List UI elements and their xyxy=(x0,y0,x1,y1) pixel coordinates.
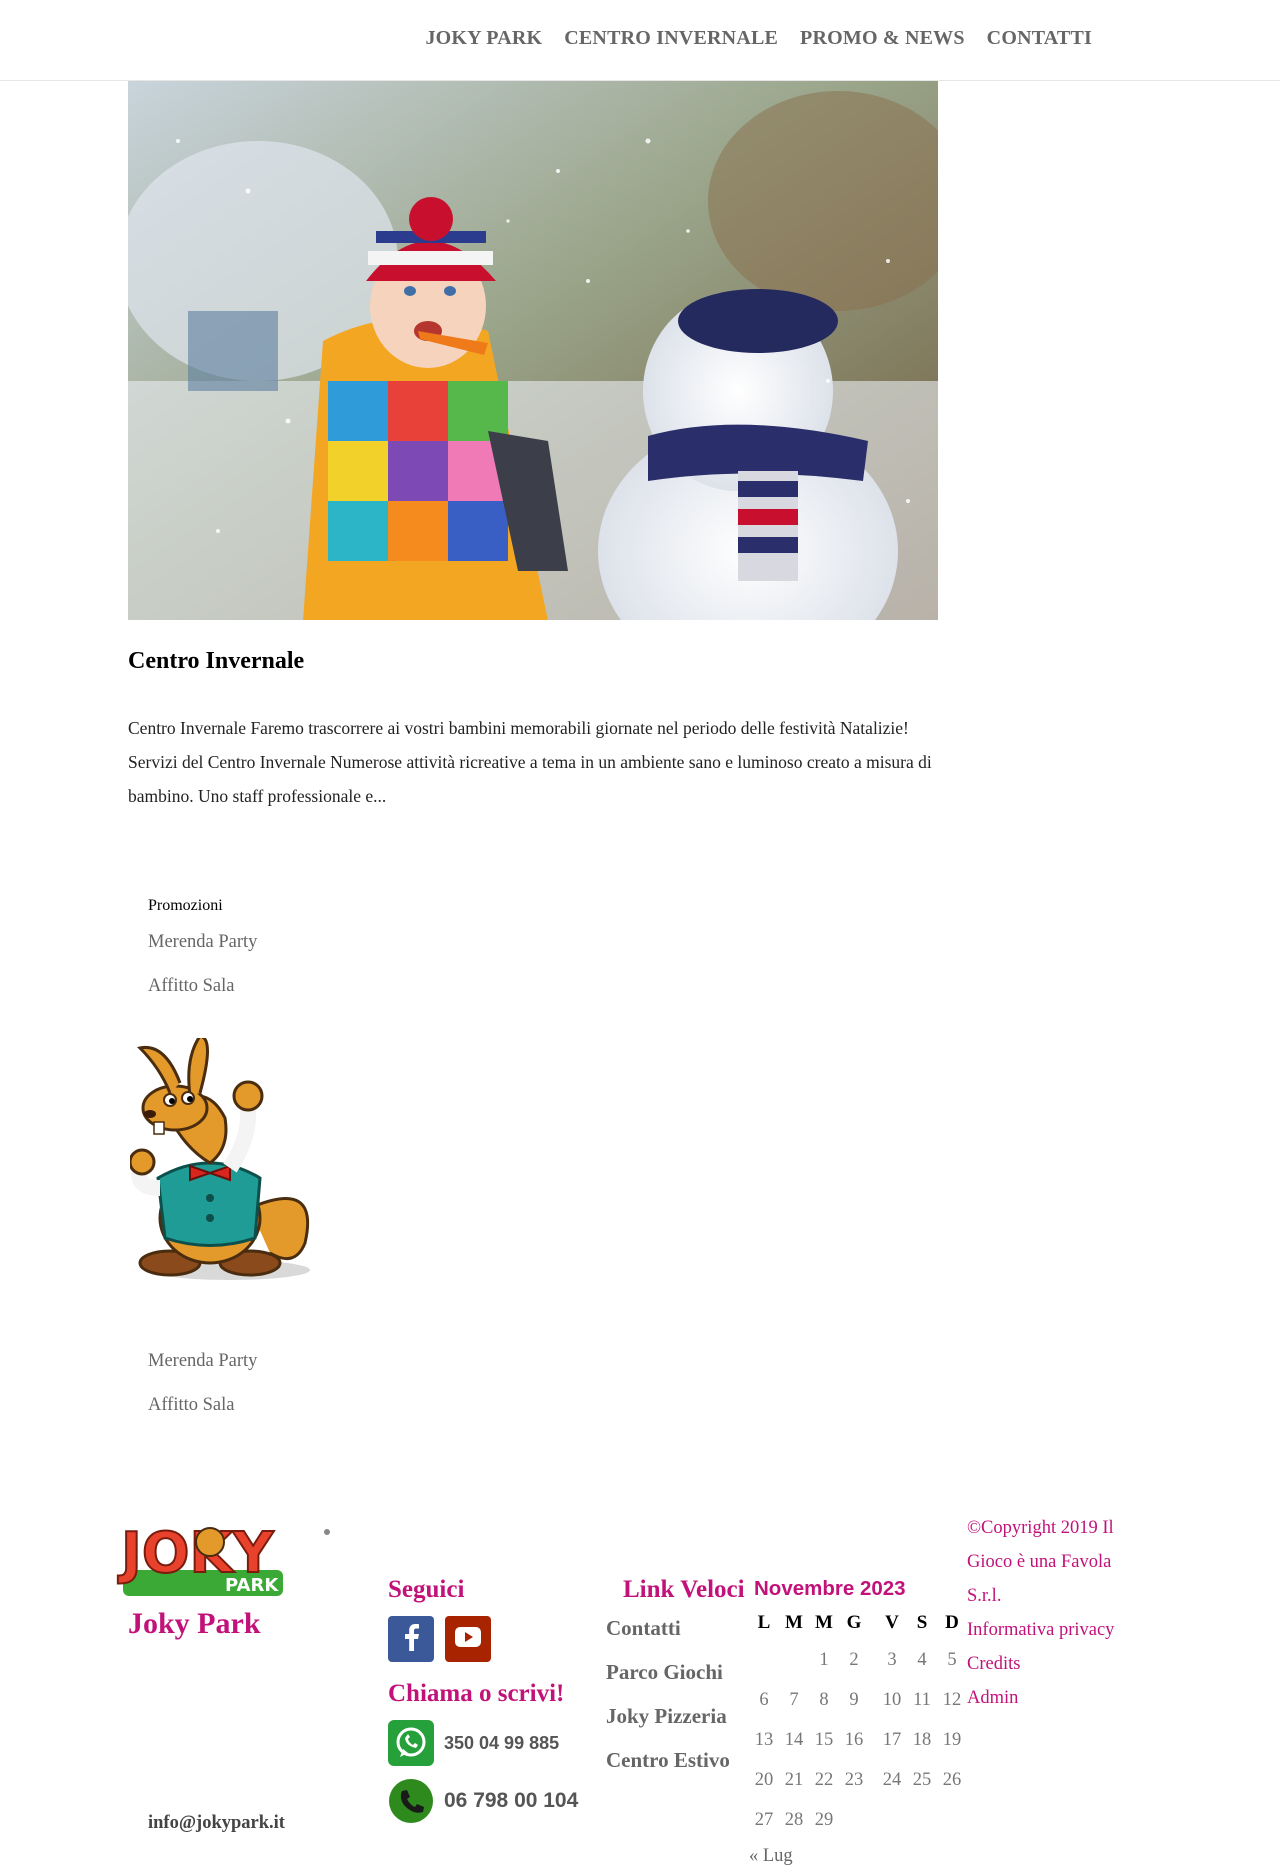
promotions-heading: Promozioni xyxy=(148,897,223,914)
phone-number: 06 798 00 104 xyxy=(444,1789,579,1812)
weekday-header: M xyxy=(815,1612,833,1633)
promo-link-affitto-sala[interactable]: Affitto Sala xyxy=(148,976,235,997)
calendar-day xyxy=(907,1800,937,1840)
calendar-day: 11 xyxy=(913,1689,931,1710)
post-title[interactable]: Centro Invernale xyxy=(128,648,304,675)
calendar-day: 26 xyxy=(942,1769,962,1790)
calendar-day: 9 xyxy=(849,1689,859,1710)
weekday-header: L xyxy=(757,1612,771,1633)
calendar-day: 29 xyxy=(814,1809,834,1830)
calendar-gap xyxy=(869,1640,877,1680)
calendar-day xyxy=(749,1640,779,1680)
facebook-icon xyxy=(401,1623,421,1656)
calendar-day: 6 xyxy=(759,1689,769,1710)
joky-park-logo[interactable]: PARK JOKY xyxy=(115,1512,335,1602)
post-excerpt: Centro Invernale Faremo trascorrere ai v… xyxy=(128,718,932,806)
calendar-week-row: 27 28 29 xyxy=(749,1800,967,1840)
calendar-gap xyxy=(869,1800,877,1840)
facebook-button[interactable] xyxy=(388,1616,434,1662)
calendar-day: 22 xyxy=(814,1769,834,1790)
promo-link-affitto-sala-bottom[interactable]: Affitto Sala xyxy=(148,1395,235,1416)
calendar-day: 23 xyxy=(844,1769,864,1790)
calendar-table: L M M G V S D 1 2 3 4 5 6 7 8 9 10 11 12… xyxy=(749,1606,967,1840)
calendar-day: 24 xyxy=(882,1769,902,1790)
calendar-day: 15 xyxy=(814,1729,834,1750)
whatsapp-number: 350 04 99 885 xyxy=(444,1732,560,1753)
quick-link-centro-estivo[interactable]: Centro Estivo xyxy=(606,1748,730,1773)
post-featured-image[interactable] xyxy=(128,81,938,620)
whatsapp-contact[interactable]: 350 04 99 885 xyxy=(388,1720,559,1766)
weekday-header: G xyxy=(846,1612,862,1633)
calendar-day xyxy=(937,1800,967,1840)
calendar-day: 2 xyxy=(849,1649,859,1670)
calendar-day: 18 xyxy=(912,1729,932,1750)
nav-promo-news[interactable]: PROMO & NEWS xyxy=(800,27,965,50)
calendar-gap xyxy=(869,1720,877,1760)
calendar-day: 3 xyxy=(887,1649,897,1670)
footer-brand-name: Joky Park xyxy=(128,1607,261,1640)
copyright-text: ©Copyright 2019 Il Gioco è una Favola S.… xyxy=(967,1518,1114,1606)
calendar-gap xyxy=(869,1606,877,1640)
social-heading: Seguici xyxy=(388,1576,465,1603)
calendar-day: 7 xyxy=(789,1689,799,1710)
calendar-day: 14 xyxy=(784,1729,804,1750)
calendar-weekday-row: L M M G V S D xyxy=(749,1606,967,1640)
whatsapp-icon xyxy=(388,1720,434,1766)
credits-link[interactable]: Credits xyxy=(967,1654,1020,1675)
phone-icon xyxy=(388,1778,434,1824)
calendar-week-row: 13 14 15 16 17 18 19 xyxy=(749,1720,967,1760)
calendar-day: 21 xyxy=(784,1769,804,1790)
calendar-day: 25 xyxy=(912,1769,932,1790)
calendar-caption: Novembre 2023 xyxy=(754,1577,906,1600)
calendar-day: 20 xyxy=(754,1769,774,1790)
nav-joky-park[interactable]: JOKY PARK xyxy=(425,27,542,50)
logo-joky-text: JOKY xyxy=(117,1521,275,1586)
calendar-day xyxy=(877,1800,907,1840)
calendar-day: 27 xyxy=(754,1809,774,1830)
calendar-gap xyxy=(869,1680,877,1720)
nav-contatti[interactable]: CONTATTI xyxy=(987,27,1092,50)
calendar-day: 19 xyxy=(942,1729,962,1750)
calendar-gap xyxy=(869,1760,877,1800)
promo-link-merenda-party[interactable]: Merenda Party xyxy=(148,932,257,953)
weekday-header: D xyxy=(945,1612,959,1633)
calendar-day: 17 xyxy=(882,1729,902,1750)
calendar-day: 10 xyxy=(882,1689,902,1710)
quick-link-contatti[interactable]: Contatti xyxy=(606,1616,681,1641)
site-header: JOKY PARK CENTRO INVERNALE PROMO & NEWS … xyxy=(0,0,1280,81)
calendar-day xyxy=(779,1640,809,1680)
admin-link[interactable]: Admin xyxy=(967,1688,1018,1709)
main-nav: JOKY PARK CENTRO INVERNALE PROMO & NEWS … xyxy=(425,27,1092,50)
privacy-link[interactable]: Informativa privacy xyxy=(967,1620,1114,1641)
calendar-day: 16 xyxy=(844,1729,864,1750)
weekday-header: S xyxy=(916,1612,928,1633)
calendar-day: 12 xyxy=(942,1689,962,1710)
calendar-day: 1 xyxy=(819,1649,829,1670)
calendar-day: 28 xyxy=(784,1809,804,1830)
calendar-day: 13 xyxy=(754,1729,774,1750)
weekday-header: V xyxy=(885,1612,899,1633)
youtube-button[interactable] xyxy=(445,1616,491,1662)
calendar-week-row: 20 21 22 23 24 25 26 xyxy=(749,1760,967,1800)
calendar-prev-month-link[interactable]: « Lug xyxy=(749,1846,793,1867)
kangaroo-mascot-image xyxy=(128,1034,320,1283)
weekday-header: M xyxy=(785,1612,803,1633)
calendar-day: 8 xyxy=(819,1689,829,1710)
calendar-day: 5 xyxy=(947,1649,957,1670)
nav-centro-invernale[interactable]: CENTRO INVERNALE xyxy=(564,27,778,50)
youtube-icon xyxy=(454,1626,482,1653)
quick-link-joky-pizzeria[interactable]: Joky Pizzeria xyxy=(606,1704,727,1729)
quick-links-heading: Link Veloci xyxy=(623,1576,745,1603)
calendar-day: 4 xyxy=(917,1649,927,1670)
calendar-day xyxy=(839,1800,869,1840)
phone-contact[interactable]: 06 798 00 104 xyxy=(388,1778,578,1824)
quick-link-parco-giochi[interactable]: Parco Giochi xyxy=(606,1660,723,1685)
call-heading: Chiama o scrivi! xyxy=(388,1680,565,1707)
calendar-week-row: 1 2 3 4 5 xyxy=(749,1640,967,1680)
promo-link-merenda-party-bottom[interactable]: Merenda Party xyxy=(148,1351,257,1372)
calendar-week-row: 6 7 8 9 10 11 12 xyxy=(749,1680,967,1720)
footer-email[interactable]: info@jokypark.it xyxy=(148,1813,285,1834)
